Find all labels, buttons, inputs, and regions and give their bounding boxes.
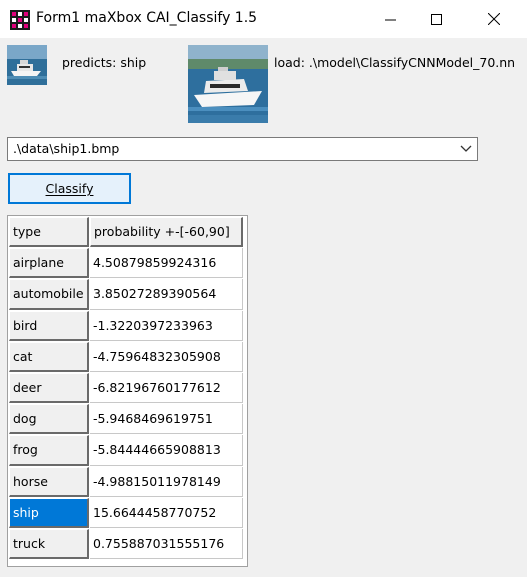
table-row-selected[interactable]: ship 15.6644458770752: [9, 497, 243, 528]
row-probability[interactable]: -5.9468469619751: [90, 404, 243, 435]
row-type[interactable]: dog: [9, 404, 89, 435]
table-row[interactable]: frog -5.84444665908813: [9, 435, 243, 466]
table-row[interactable]: truck 0.755887031555176: [9, 528, 243, 560]
classify-button[interactable]: Classify: [8, 173, 131, 204]
row-type[interactable]: airplane: [9, 248, 89, 279]
file-path-combobox[interactable]: .\data\ship1.bmp: [7, 137, 478, 161]
row-probability[interactable]: -5.84444665908813: [90, 435, 243, 466]
file-path-value: .\data\ship1.bmp: [13, 141, 120, 156]
maximize-button[interactable]: [413, 0, 459, 38]
table-row[interactable]: deer -6.82196760177612: [9, 372, 243, 404]
grid-header-row: type probability +-[-60,90]: [9, 217, 243, 248]
minimize-icon: [384, 14, 396, 25]
row-probability[interactable]: -1.3220397233963: [90, 310, 243, 341]
chevron-down-icon[interactable]: [460, 144, 472, 154]
window-title: Form1 maXbox CAI_Classify 1.5: [36, 10, 258, 26]
classify-button-label: Classify: [45, 181, 94, 196]
results-grid[interactable]: type probability +-[-60,90] airplane 4.5…: [7, 215, 248, 567]
row-probability[interactable]: -4.98815011978149: [90, 466, 243, 497]
table-row[interactable]: automobile 3.85027289390564: [9, 279, 243, 310]
table-row[interactable]: cat -4.75964832305908: [9, 341, 243, 372]
row-type[interactable]: frog: [9, 435, 89, 466]
close-button[interactable]: [471, 0, 517, 38]
maxbox-grid-icon[interactable]: [10, 10, 30, 30]
row-type[interactable]: deer: [9, 372, 89, 404]
row-type[interactable]: bird: [9, 310, 89, 341]
title-bar[interactable]: Form1 maXbox CAI_Classify 1.5: [0, 0, 527, 38]
prediction-label: predicts: ship: [62, 55, 147, 70]
maximize-icon: [430, 13, 442, 25]
close-icon: [488, 13, 500, 25]
row-type[interactable]: cat: [9, 341, 89, 372]
row-probability[interactable]: 0.755887031555176: [90, 528, 243, 560]
minimize-button[interactable]: [367, 0, 413, 38]
row-probability[interactable]: 4.50879859924316: [90, 248, 243, 279]
row-probability[interactable]: -4.75964832305908: [90, 341, 243, 372]
ship-thumbnail: [7, 45, 47, 85]
model-load-label: load: .\model\ClassifyCNNModel_70.nn: [274, 55, 516, 70]
table-row[interactable]: horse -4.98815011978149: [9, 466, 243, 497]
row-type[interactable]: automobile: [9, 279, 89, 310]
header-type: type: [9, 217, 89, 248]
row-type-selected[interactable]: ship: [9, 497, 89, 528]
table-row[interactable]: airplane 4.50879859924316: [9, 248, 243, 279]
row-probability[interactable]: 15.6644458770752: [90, 497, 243, 528]
row-type[interactable]: horse: [9, 466, 89, 497]
table-row[interactable]: dog -5.9468469619751: [9, 404, 243, 435]
header-probability: probability +-[-60,90]: [90, 217, 243, 248]
ship-preview: [188, 45, 268, 123]
row-probability[interactable]: 3.85027289390564: [90, 279, 243, 310]
table-row[interactable]: bird -1.3220397233963: [9, 310, 243, 341]
row-probability[interactable]: -6.82196760177612: [90, 372, 243, 404]
row-type[interactable]: truck: [9, 528, 89, 560]
